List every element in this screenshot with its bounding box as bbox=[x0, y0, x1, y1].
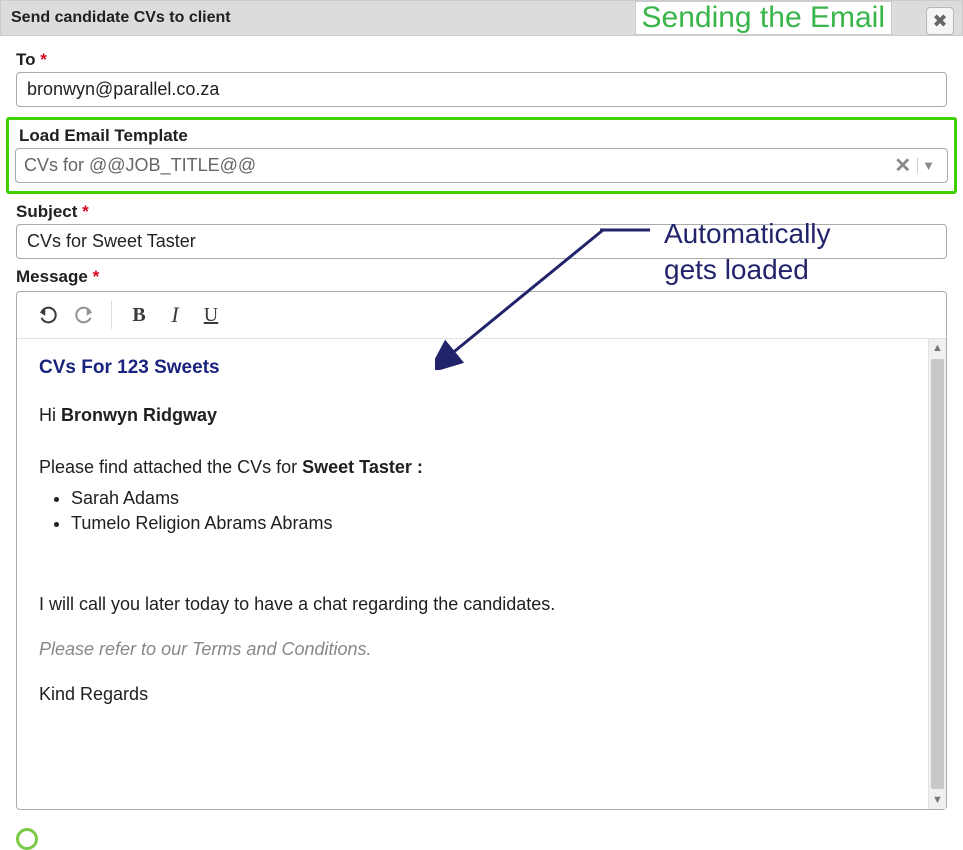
template-select[interactable]: CVs for @@JOB_TITLE@@ ✕ ▼ bbox=[15, 148, 948, 183]
required-star: * bbox=[82, 202, 89, 221]
to-input[interactable] bbox=[16, 72, 947, 107]
chevron-down-icon[interactable]: ▼ bbox=[917, 158, 939, 173]
undo-icon bbox=[37, 304, 59, 326]
template-highlight-box: Load Email Template CVs for @@JOB_TITLE@… bbox=[6, 117, 957, 194]
intro-job: Sweet Taster : bbox=[302, 457, 423, 477]
greeting-prefix: Hi bbox=[39, 405, 61, 425]
undo-button[interactable] bbox=[33, 300, 63, 330]
dialog-header: Send candidate CVs to client Sending the… bbox=[0, 0, 963, 36]
scroll-thumb[interactable] bbox=[931, 359, 944, 789]
scroll-down-icon[interactable]: ▼ bbox=[929, 791, 946, 809]
intro-prefix: Please find attached the CVs for bbox=[39, 457, 302, 477]
message-label: Message * bbox=[16, 267, 947, 287]
list-item: Tumelo Religion Abrams Abrams bbox=[71, 513, 924, 534]
subject-label-text: Subject bbox=[16, 202, 77, 221]
required-star: * bbox=[40, 50, 47, 69]
template-select-value: CVs for @@JOB_TITLE@@ bbox=[24, 155, 888, 176]
to-label: To * bbox=[16, 50, 947, 70]
bold-button[interactable]: B bbox=[124, 300, 154, 330]
list-item: Sarah Adams bbox=[71, 488, 924, 509]
email-terms: Please refer to our Terms and Conditions… bbox=[39, 639, 924, 660]
close-icon: ✖ bbox=[932, 11, 947, 32]
to-label-text: To bbox=[16, 50, 36, 69]
editor-toolbar: B I U bbox=[17, 292, 946, 339]
italic-button[interactable]: I bbox=[160, 300, 190, 330]
email-greeting: Hi Bronwyn Ridgway bbox=[39, 405, 924, 426]
message-field-group: Message * B I U CVs For 123 Sweets bbox=[16, 267, 947, 810]
subject-label: Subject * bbox=[16, 202, 947, 222]
clear-template-button[interactable]: ✕ bbox=[888, 153, 917, 178]
scrollbar[interactable]: ▲ ▼ bbox=[928, 339, 946, 809]
scroll-up-icon[interactable]: ▲ bbox=[929, 339, 946, 357]
message-label-text: Message bbox=[16, 267, 88, 286]
redo-button[interactable] bbox=[69, 300, 99, 330]
option-dot-icon bbox=[16, 828, 38, 850]
editor-content[interactable]: CVs For 123 Sweets Hi Bronwyn Ridgway Pl… bbox=[17, 339, 946, 809]
annotation-banner: Sending the Email bbox=[635, 1, 893, 35]
close-button[interactable]: ✖ bbox=[926, 7, 954, 35]
email-signoff: Kind Regards bbox=[39, 684, 924, 705]
email-followup: I will call you later today to have a ch… bbox=[39, 594, 924, 615]
greeting-name: Bronwyn Ridgway bbox=[61, 405, 217, 425]
redo-icon bbox=[73, 304, 95, 326]
candidate-list: Sarah Adams Tumelo Religion Abrams Abram… bbox=[71, 488, 924, 534]
subject-input[interactable] bbox=[16, 224, 947, 259]
bottom-options-row bbox=[0, 820, 963, 850]
toolbar-separator bbox=[111, 301, 112, 329]
email-heading: CVs For 123 Sweets bbox=[39, 357, 924, 379]
to-field-group: To * bbox=[16, 50, 947, 107]
required-star: * bbox=[93, 267, 100, 286]
template-label: Load Email Template bbox=[19, 126, 948, 146]
rich-text-editor: B I U CVs For 123 Sweets Hi Bronwyn Ridg… bbox=[16, 291, 947, 810]
underline-button[interactable]: U bbox=[196, 300, 226, 330]
email-intro: Please find attached the CVs for Sweet T… bbox=[39, 457, 924, 478]
subject-field-group: Subject * bbox=[16, 202, 947, 259]
dialog-title: Send candidate CVs to client bbox=[11, 9, 231, 27]
